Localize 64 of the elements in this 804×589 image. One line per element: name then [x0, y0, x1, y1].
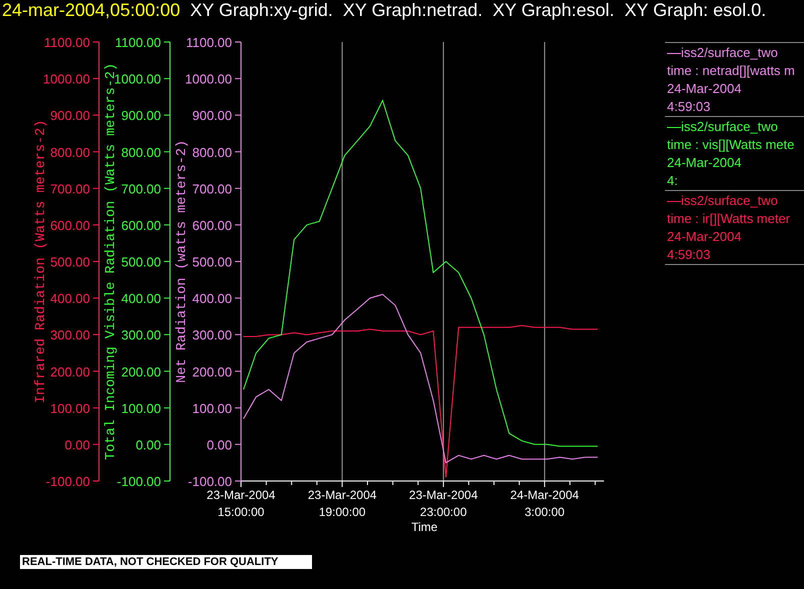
y-tick-label: 500.00: [121, 254, 161, 270]
graph-title: XY Graph: esol.0.: [624, 0, 766, 20]
y-tick-label: -100.00: [188, 474, 232, 489]
y-tick-label: 0.00: [136, 437, 161, 452]
x-axis-title: Time: [411, 520, 438, 534]
y-axis-title: Net Radiation (watts meters-2): [175, 140, 190, 384]
y-tick-label: 400.00: [192, 291, 232, 306]
y-tick-label: 200.00: [121, 364, 161, 380]
y-tick-label: 100.00: [192, 400, 232, 416]
legend-variable: time : vis[][Watts mete: [667, 137, 794, 152]
legend-time: 4:59:03: [667, 99, 710, 114]
y-tick-label: 100.00: [121, 400, 161, 416]
y-tick-label: 1100.00: [44, 35, 90, 50]
x-tick-label: 23-Mar-2004 19:00:00: [308, 488, 377, 519]
y-tick-label: 600.00: [121, 218, 161, 233]
legend-date: 24-Mar-2004: [667, 81, 742, 96]
y-tick-label: 500.00: [50, 254, 90, 270]
y-tick-label: 300.00: [121, 328, 161, 343]
legend-source: iss2/surface_two: [681, 119, 778, 134]
legend-variable: time : netrad[][watts m: [667, 63, 795, 78]
y-tick-label: 800.00: [121, 144, 161, 160]
y-tick-label: 200.00: [192, 364, 232, 380]
y-tick-label: 300.00: [50, 328, 90, 343]
y-tick-label: 400.00: [121, 291, 161, 306]
legend-time: 4:: [667, 173, 678, 188]
y-tick-label: 1000.00: [43, 72, 90, 87]
y-tick-label: 700.00: [50, 181, 90, 196]
y-tick-label: -100.00: [46, 474, 90, 489]
y-tick-label: 500.00: [192, 254, 232, 270]
legend-source: iss2/surface_two: [681, 193, 778, 208]
quality-notice: REAL-TIME DATA, NOT CHECKED FOR QUALITY: [20, 555, 312, 569]
y-tick-label: 900.00: [192, 108, 232, 124]
y-tick-label: 900.00: [50, 108, 90, 124]
legend-date: 24-Mar-2004: [667, 155, 742, 170]
timestamp: 24-mar-2004,05:00:00: [2, 0, 180, 20]
y-tick-label: 600.00: [50, 218, 90, 233]
y-tick-label: 100.00: [50, 400, 90, 416]
y-tick-label: 400.00: [50, 291, 90, 306]
y-tick-label: 1000.00: [185, 72, 232, 87]
y-tick-label: 1100.00: [186, 35, 232, 50]
y-tick-label: 300.00: [192, 328, 232, 343]
legend-date: 24-Mar-2004: [667, 229, 742, 244]
y-tick-label: 900.00: [121, 108, 161, 124]
y-tick-label: -100.00: [116, 474, 161, 489]
graph-title: XY Graph:xy-grid.: [190, 0, 333, 20]
x-tick-label: 23-Mar-2004 23:00:00: [409, 488, 478, 519]
legend-time: 4:59:03: [667, 247, 710, 262]
y-axis-title: Infrared Radiation (Watts meters-2): [34, 120, 49, 404]
y-tick-label: 1000.00: [114, 72, 161, 87]
graph-title: XY Graph:netrad.: [342, 0, 483, 20]
y-tick-label: 700.00: [121, 181, 161, 196]
y-tick-label: 800.00: [192, 144, 232, 160]
graph-title: XY Graph:esol.: [492, 0, 614, 20]
y-tick-label: 0.00: [64, 437, 90, 452]
y-tick-label: 200.00: [50, 364, 90, 380]
y-tick-label: 1100.00: [114, 35, 161, 50]
y-tick-label: 800.00: [50, 144, 90, 160]
legend-source: iss2/surface_two: [681, 45, 778, 60]
legend-variable: time : ir[][Watts meter: [667, 211, 790, 226]
y-tick-label: 700.00: [192, 181, 232, 196]
x-tick-label: 23-Mar-2004 15:00:00: [206, 488, 276, 519]
x-tick-label: 24-Mar-2004 3:00:00: [510, 488, 579, 519]
y-tick-label: 600.00: [192, 218, 232, 233]
y-tick-label: 0.00: [206, 437, 232, 452]
